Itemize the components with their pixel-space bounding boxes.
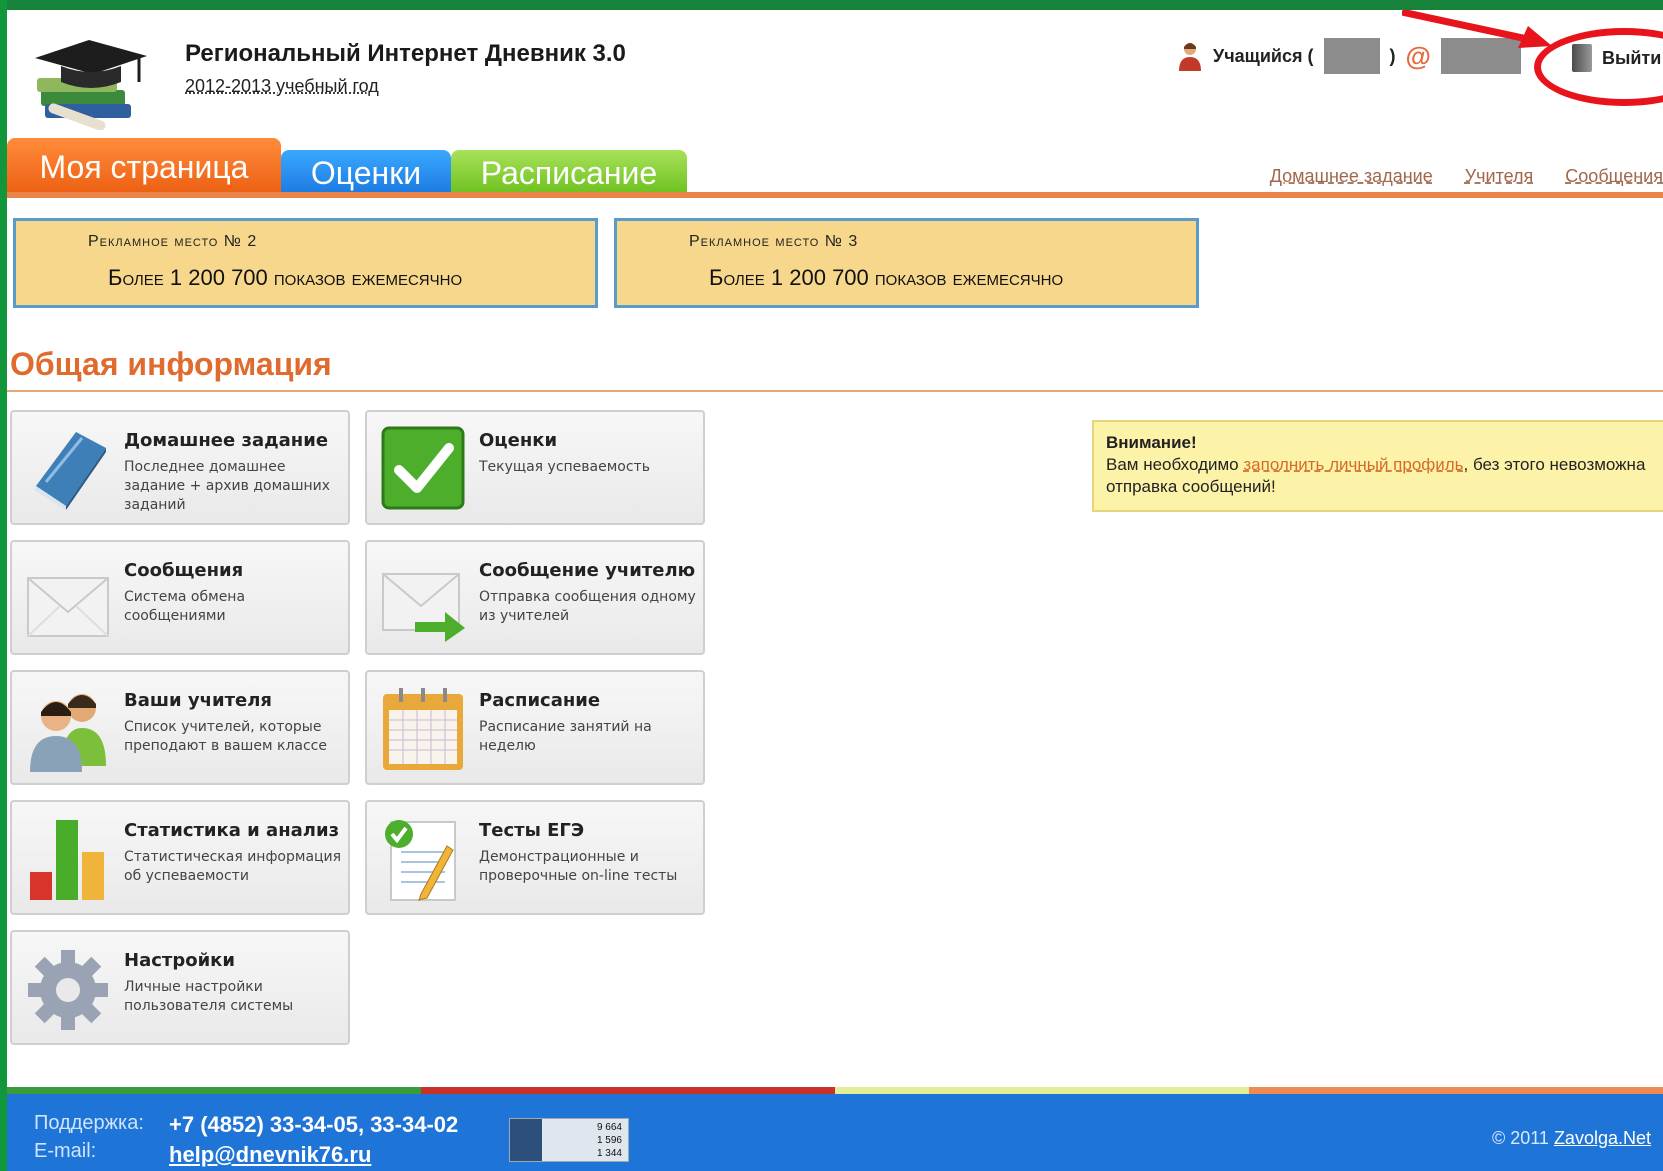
calendar-icon [383, 688, 463, 770]
tab-grades[interactable]: Оценки [281, 150, 451, 196]
copyright-text: © 2011 [1491, 1128, 1554, 1148]
tile-desc: Система обмена сообщениями [124, 589, 246, 624]
tile-desc: Текущая успеваемость [479, 459, 650, 475]
tile-schedule[interactable]: Расписание Расписание занятий на неделю [365, 670, 705, 785]
student-icon [1179, 43, 1201, 71]
top-border [0, 0, 1663, 10]
tile-desc: Отправка сообщения одному из учителей [479, 589, 696, 624]
checkmark-icon [381, 426, 465, 510]
people-icon [30, 694, 106, 772]
book-icon [34, 432, 106, 510]
page: Региональный Интернет Дневник 3.0 2012-2… [7, 10, 1663, 1171]
tile-desc: Демонстрационные и проверочные on-line т… [479, 849, 678, 884]
copyright: © 2011 Zavolga.Net [1492, 1128, 1651, 1149]
counter-numbers: 9 664 1 596 1 344 [542, 1119, 628, 1161]
counter-visits: 1 596 [596, 1135, 622, 1146]
tile-title: Домашнее задание [124, 430, 329, 451]
fill-profile-link[interactable]: заполнить личный профиль [1243, 455, 1463, 474]
envelope-icon [27, 577, 109, 637]
tile-title: Оценки [479, 430, 558, 451]
test-sheet-icon [385, 820, 456, 901]
tab-my-page[interactable]: Моя страница [7, 138, 281, 196]
tile-desc: Последнее домашнее задание + архив домаш… [124, 459, 331, 513]
annotation-arrow [1402, 10, 1552, 48]
tile-title: Настройки [124, 950, 236, 971]
section-title: Общая информация [10, 346, 332, 382]
ad-title: Рекламное место № 3 [689, 233, 859, 250]
link-homework[interactable]: Домашнее задание [1270, 166, 1433, 187]
email-label: E-mail: [34, 1140, 97, 1162]
logo-icon [35, 40, 147, 130]
section-divider [7, 390, 1663, 392]
tile-desc: Личные настройки пользователя системы [124, 979, 294, 1014]
tile-desc: Статистическая информация об успеваемост… [124, 849, 342, 884]
tile-title: Ваши учителя [124, 690, 272, 711]
annotation-ellipse [1534, 28, 1663, 106]
link-teachers[interactable]: Учителя [1465, 166, 1534, 187]
left-border [0, 0, 7, 1171]
tile-grades[interactable]: Оценки Текущая успеваемость [365, 410, 705, 525]
bar-chart-icon [30, 820, 104, 900]
footer: Поддержка: E-mail: +7 (4852) 33-34-05, 3… [7, 1094, 1663, 1171]
send-message-icon [382, 573, 465, 642]
top-links: Домашнее задание Учителя Сообщения [1270, 166, 1663, 187]
ad-text: Более 1 200 700 показов ежемесячно [709, 265, 1064, 290]
visit-counter[interactable]: 9 664 1 596 1 344 [509, 1118, 629, 1162]
ad-title: Рекламное место № 2 [88, 233, 258, 250]
warning-text: Вам необходимо заполнить личный профиль,… [1106, 454, 1658, 498]
gear-icon [28, 950, 108, 1030]
school-year-link[interactable]: 2012-2013 учебный год [185, 76, 379, 97]
tile-statistics[interactable]: Статистика и анализ Статистическая инфор… [10, 800, 350, 915]
ad-slot-2[interactable]: Рекламное место № 2 Более 1 200 700 пока… [13, 218, 598, 308]
tile-title: Тесты ЕГЭ [479, 820, 585, 841]
tile-title: Статистика и анализ [124, 820, 340, 841]
tile-messages[interactable]: Сообщения Система обмена сообщениями [10, 540, 350, 655]
support-label: Поддержка: [34, 1112, 144, 1134]
tile-title: Сообщение учителю [479, 560, 696, 581]
tile-message-teacher[interactable]: Сообщение учителю Отправка сообщения одн… [365, 540, 705, 655]
user-role-close: ) [1389, 45, 1396, 66]
tile-homework[interactable]: Домашнее задание Последнее домашнее зада… [10, 410, 350, 525]
support-phones: +7 (4852) 33-34-05, 33-34-02 [169, 1112, 459, 1137]
redacted-username [1323, 38, 1380, 74]
tile-ege-tests[interactable]: Тесты ЕГЭ Демонстрационные и проверочные… [365, 800, 705, 915]
tile-teachers[interactable]: Ваши учителя Список учителей, которые пр… [10, 670, 350, 785]
counter-chart-icon [510, 1119, 542, 1161]
tile-desc: Расписание занятий на неделю [479, 719, 652, 754]
support-email-link[interactable]: help@dnevnik76.ru [169, 1142, 371, 1168]
profile-warning: Внимание! Вам необходимо заполнить личны… [1092, 420, 1663, 512]
counter-views: 9 664 [596, 1122, 622, 1133]
warning-title: Внимание! [1106, 433, 1197, 452]
footer-stripe [7, 1087, 1663, 1094]
tile-settings[interactable]: Настройки Личные настройки пользователя … [10, 930, 350, 1045]
ad-text: Более 1 200 700 показов ежемесячно [108, 265, 463, 290]
link-messages[interactable]: Сообщения [1565, 166, 1663, 187]
tab-schedule[interactable]: Расписание [451, 150, 687, 196]
tile-title: Сообщения [124, 560, 244, 581]
zavolga-link[interactable]: Zavolga.Net [1554, 1128, 1651, 1148]
tab-underline [7, 192, 1663, 198]
tile-title: Расписание [479, 690, 601, 711]
user-role-label: Учащийся ( [1213, 45, 1314, 66]
app-title: Региональный Интернет Дневник 3.0 [185, 40, 626, 67]
counter-visitors: 1 344 [596, 1148, 622, 1159]
warning-text-before: Вам необходимо [1106, 455, 1244, 474]
tile-desc: Список учителей, которые преподают в ваш… [124, 719, 327, 754]
ad-slot-3[interactable]: Рекламное место № 3 Более 1 200 700 пока… [614, 218, 1199, 308]
